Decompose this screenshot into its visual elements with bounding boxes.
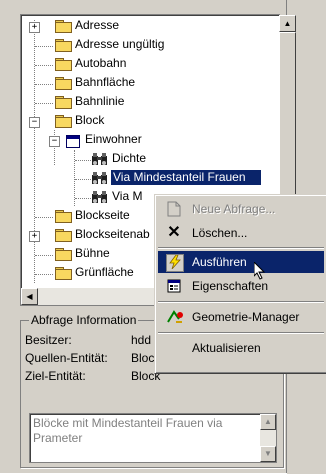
menu-item-geometry-manager[interactable]: Geometrie-Manager (158, 306, 324, 328)
folder-icon (55, 58, 72, 71)
owner-value: hdd (131, 333, 152, 347)
geometry-manager-icon (166, 309, 183, 325)
tree-item-label: Dichte (112, 151, 147, 165)
tree-item-label: Bahnlinie (75, 94, 125, 108)
description-text: Blöcke mit Mindestanteil Frauen via Pram… (33, 416, 223, 445)
group-title: Abfrage Information (29, 313, 139, 327)
collapse-minus-icon[interactable]: − (29, 117, 40, 128)
tree-item-label: Via M (112, 189, 143, 203)
folder-icon (55, 248, 72, 261)
target-entity-label: Ziel-Entität: (25, 369, 86, 383)
folder-icon (55, 96, 72, 109)
expand-plus-icon[interactable]: + (29, 22, 40, 33)
binoculars-icon (91, 152, 109, 166)
new-query-icon (166, 201, 182, 217)
tree-item-einwohner[interactable]: − Einwohner (21, 132, 257, 151)
scroll-up-arrow-icon[interactable]: ▲ (279, 15, 296, 32)
tree-item-bahnflaeche[interactable]: Bahnfläche (21, 75, 257, 94)
scroll-left-arrow-icon[interactable]: ◀ (21, 288, 38, 305)
tree-item-block[interactable]: − Block (21, 113, 257, 132)
properties-icon (166, 278, 182, 294)
tree-item-label: Grünfläche (75, 265, 134, 279)
menu-item-delete[interactable]: ✕ Löschen... (158, 222, 324, 244)
tree-item-adresse[interactable]: + Adresse (21, 18, 257, 37)
scroll-up-arrow-icon[interactable]: ▲ (260, 414, 276, 430)
open-folder-icon (55, 115, 72, 128)
source-entity-label: Quellen-Entität: (25, 351, 108, 365)
scroll-down-arrow-icon[interactable]: ▼ (260, 446, 276, 462)
folder-icon (55, 39, 72, 52)
tree-item-label: Blockseite (75, 208, 130, 222)
folder-icon (55, 267, 72, 280)
tree-item-adresse-ungueltig[interactable]: Adresse ungültig (21, 37, 257, 56)
expand-plus-icon[interactable]: + (29, 231, 40, 242)
collapse-minus-icon[interactable]: − (49, 136, 60, 147)
tree-item-label: Bahnfläche (75, 75, 136, 89)
tree-item-label: Adresse (75, 18, 120, 32)
binoculars-icon (91, 190, 109, 204)
tree-item-via-mindestanteil-frauen[interactable]: Via Mindestanteil Frauen (21, 170, 261, 189)
menu-separator (158, 301, 324, 303)
menu-separator (158, 332, 324, 334)
delete-x-icon: ✕ (167, 224, 181, 241)
lightning-icon (166, 254, 184, 272)
tree-item-bahnlinie[interactable]: Bahnlinie (21, 94, 257, 113)
context-menu: Neue Abfrage... ✕ Löschen... Ausführen E… (154, 194, 326, 374)
table-icon (66, 135, 80, 148)
tree-item-autobahn[interactable]: Autobahn (21, 56, 257, 75)
tree-item-label: Block (75, 113, 105, 127)
tree-item-label: Bühne (75, 246, 110, 260)
folder-icon (55, 210, 72, 223)
binoculars-icon (91, 171, 109, 185)
menu-item-execute[interactable]: Ausführen (158, 251, 324, 273)
description-scrollbar[interactable]: ▲ ▼ (260, 414, 276, 462)
mouse-cursor-icon (253, 260, 266, 280)
tree-item-label: Autobahn (75, 56, 127, 70)
folder-icon (55, 229, 72, 242)
tree-item-label: Einwohner (85, 132, 142, 146)
tree-item-dichte[interactable]: Dichte (21, 151, 257, 170)
menu-item-properties[interactable]: Eigenschaften (158, 275, 324, 297)
tree-item-label: Adresse ungültig (75, 37, 165, 51)
description-textarea[interactable]: Blöcke mit Mindestanteil Frauen via Pram… (29, 413, 277, 463)
owner-label: Besitzer: (25, 333, 72, 347)
menu-item-refresh[interactable]: Aktualisieren (158, 337, 324, 359)
menu-separator (158, 247, 324, 249)
folder-icon (55, 77, 72, 90)
tree-item-label: Blockseitenab (75, 227, 150, 241)
menu-item-new-query[interactable]: Neue Abfrage... (158, 198, 324, 220)
tree-item-label-selected: Via Mindestanteil Frauen (111, 170, 261, 185)
folder-icon (55, 20, 72, 33)
